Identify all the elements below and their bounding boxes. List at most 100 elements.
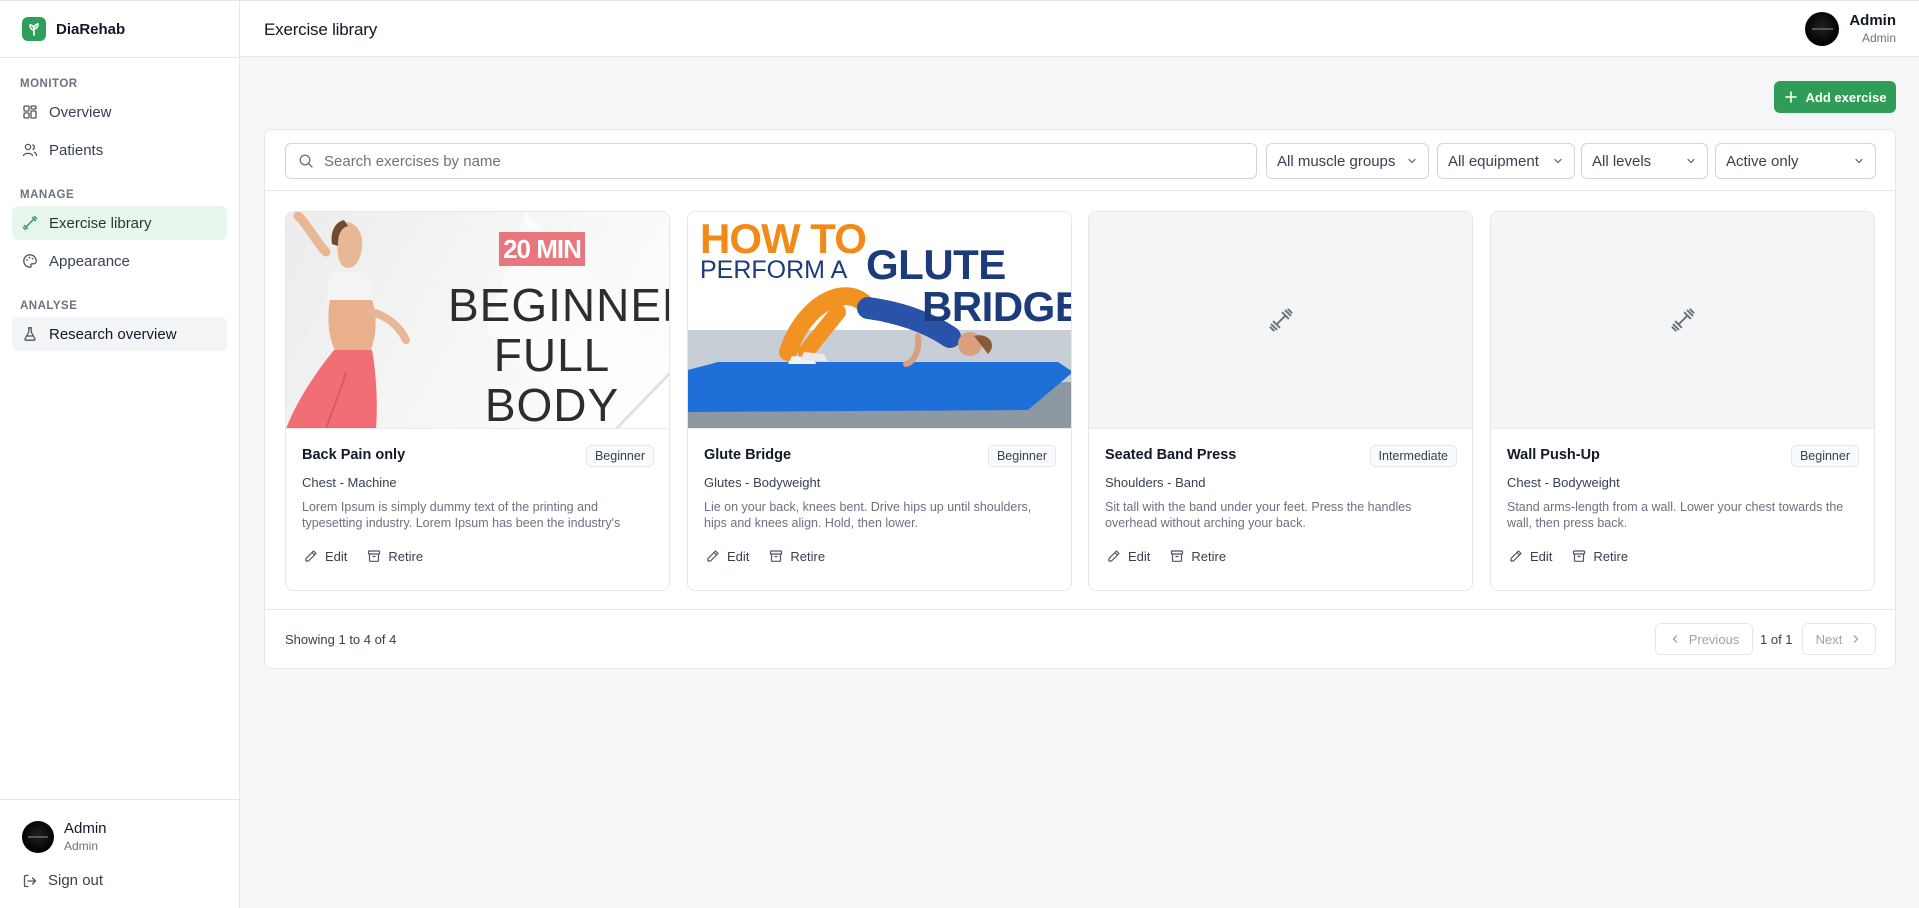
sidebar-item-label: Exercise library — [49, 214, 152, 232]
retire-button[interactable]: Retire — [1162, 543, 1234, 569]
edit-button[interactable]: Edit — [698, 543, 757, 569]
pencil-icon — [707, 550, 719, 562]
next-label: Next — [1815, 631, 1843, 647]
card-description: Stand arms-length from a wall. Lower you… — [1507, 500, 1844, 530]
sidebar-item-overview[interactable]: Overview — [12, 95, 227, 129]
edit-button[interactable]: Edit — [296, 543, 355, 569]
edit-button[interactable]: Edit — [1501, 543, 1560, 569]
exercise-card[interactable]: HOW TO PERFORM A GLUTE BRIDGE Glute Brid… — [687, 211, 1072, 591]
add-exercise-label: Add exercise — [1805, 89, 1887, 105]
sidebar-item-appearance[interactable]: Appearance — [12, 244, 227, 278]
add-exercise-button[interactable]: Add exercise — [1774, 81, 1896, 113]
retire-label: Retire — [790, 548, 826, 564]
dumbbell-icon — [22, 215, 38, 231]
archive-icon — [1573, 550, 1586, 562]
chevron-right-icon — [1854, 635, 1859, 643]
card-description: Lie on your back, knees bent. Drive hips… — [704, 500, 1032, 530]
edit-button[interactable]: Edit — [1099, 543, 1158, 569]
status-value: Active only — [1726, 152, 1799, 170]
edit-label: Edit — [1128, 548, 1151, 564]
card-title: Back Pain only — [302, 447, 406, 463]
equipment-select[interactable]: All equipment — [1437, 143, 1575, 179]
retire-button[interactable]: Retire — [761, 543, 833, 569]
level-badge: Intermediate — [1369, 445, 1457, 467]
sidebar-item-research-overview[interactable]: Research overview — [12, 317, 227, 351]
exercise-card[interactable]: Wall Push-Up Beginner Chest - Bodyweight… — [1490, 211, 1875, 591]
previous-page-button[interactable]: Previous — [1655, 623, 1753, 655]
exercise-panel: All muscle groups All equipment All leve… — [264, 129, 1896, 669]
thumbnail-line-3: GLUTE — [866, 241, 1006, 288]
users-icon — [22, 143, 38, 157]
thumbnail-line-4: BRIDGE — [922, 283, 1071, 330]
nav-section-manage: MANAGE — [20, 189, 75, 201]
palette-icon — [23, 254, 37, 268]
chevron-down-icon — [1687, 158, 1695, 164]
muscle-group-value: All muscle groups — [1277, 152, 1396, 170]
sidebar-item-label: Research overview — [49, 325, 177, 343]
sidebar: DiaRehab MONITOR Overview Patients MANAG… — [0, 0, 240, 908]
retire-label: Retire — [1191, 548, 1227, 564]
top-header: Exercise library Admin Admin — [240, 0, 1919, 57]
level-badge: Beginner — [987, 445, 1056, 467]
page-title: Exercise library — [264, 20, 377, 39]
log-out-icon — [23, 874, 37, 887]
brand[interactable]: DiaRehab — [0, 1, 239, 58]
status-select[interactable]: Active only — [1715, 143, 1876, 179]
user-name: Admin — [64, 820, 107, 837]
sidebar-item-label: Overview — [49, 103, 112, 121]
muscle-group-select[interactable]: All muscle groups — [1266, 143, 1429, 179]
thumbnail-tag: 20 MIN — [499, 232, 585, 266]
pencil-icon — [305, 550, 317, 562]
card-title: Seated Band Press — [1105, 447, 1237, 463]
retire-button[interactable]: Retire — [359, 543, 431, 569]
exercise-card[interactable]: Seated Band Press Intermediate Shoulders… — [1088, 211, 1473, 591]
header-user-menu[interactable]: Admin Admin — [1805, 12, 1896, 46]
thumbnail-line-2: PERFORM A — [700, 256, 848, 284]
sidebar-item-exercise-library[interactable]: Exercise library — [12, 206, 227, 240]
thumbnail-line-1: BEGINNER — [448, 279, 669, 331]
sign-out-button[interactable]: Sign out — [22, 872, 103, 889]
sidebar-item-patients[interactable]: Patients — [12, 133, 227, 167]
retire-label: Retire — [1593, 548, 1629, 564]
edit-label: Edit — [727, 548, 750, 564]
plus-icon — [1784, 91, 1797, 103]
pencil-icon — [1510, 550, 1522, 562]
exercise-thumbnail-placeholder — [1089, 212, 1472, 429]
retire-button[interactable]: Retire — [1564, 543, 1636, 569]
level-select[interactable]: All levels — [1581, 143, 1708, 179]
card-title: Glute Bridge — [704, 447, 792, 463]
edit-label: Edit — [325, 548, 348, 564]
level-badge: Beginner — [1790, 445, 1859, 467]
thumbnail-line-2: FULL BODY — [484, 329, 620, 429]
search-input[interactable] — [324, 152, 1224, 170]
user-role: Admin — [1861, 31, 1896, 45]
previous-label: Previous — [1688, 631, 1740, 647]
exercise-card[interactable]: 20 MIN BEGINNER FULL BODY Back Pain only… — [285, 211, 670, 591]
card-subtitle: Chest - Machine — [302, 475, 397, 490]
exercise-thumbnail-placeholder — [1491, 212, 1874, 429]
sidebar-footer: Admin Admin Sign out — [0, 799, 239, 908]
nav-section-analyse: ANALYSE — [20, 300, 78, 312]
sidebar-item-label: Patients — [49, 141, 104, 159]
archive-icon — [1171, 550, 1184, 562]
grid-icon — [23, 105, 37, 119]
sign-out-label: Sign out — [48, 872, 104, 889]
user-name: Admin — [1849, 12, 1896, 29]
archive-icon — [770, 550, 783, 562]
app-name: DiaRehab — [56, 20, 126, 38]
sidebar-user[interactable]: Admin Admin — [22, 820, 107, 854]
avatar — [22, 821, 54, 853]
chevron-down-icon — [1855, 158, 1863, 164]
avatar — [1805, 12, 1840, 46]
card-subtitle: Chest - Bodyweight — [1507, 475, 1620, 490]
archive-icon — [368, 550, 381, 562]
flask-icon — [24, 327, 36, 341]
next-page-button[interactable]: Next — [1802, 623, 1876, 655]
search-box[interactable] — [285, 143, 1257, 179]
page-info: 1 of 1 — [1760, 632, 1793, 647]
card-subtitle: Shoulders - Band — [1105, 475, 1206, 490]
chevron-left-icon — [1672, 635, 1677, 643]
retire-label: Retire — [388, 548, 424, 564]
edit-label: Edit — [1530, 548, 1553, 564]
level-value: All levels — [1592, 152, 1652, 170]
